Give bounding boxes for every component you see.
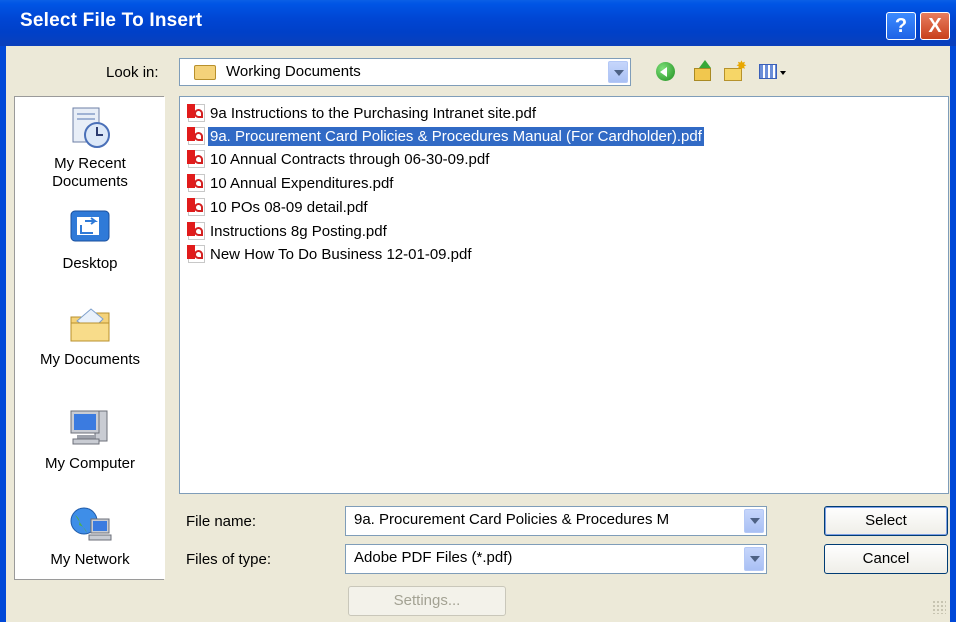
settings-button[interactable]: Settings... bbox=[348, 586, 506, 616]
file-name: 9a. Procurement Card Policies & Procedur… bbox=[207, 125, 705, 147]
window-frame-right bbox=[950, 46, 956, 622]
my-documents-icon bbox=[67, 301, 113, 347]
list-item[interactable]: 10 POs 08-09 detail.pdf bbox=[187, 196, 370, 218]
file-name-input[interactable]: 9a. Procurement Card Policies & Procedur… bbox=[345, 506, 767, 536]
look-in-combo[interactable]: Working Documents bbox=[179, 58, 631, 86]
place-label: My Recent Documents bbox=[52, 155, 128, 190]
list-item[interactable]: 10 Annual Expenditures.pdf bbox=[187, 172, 395, 194]
place-label: My Documents bbox=[39, 351, 141, 368]
pdf-file-icon bbox=[187, 198, 205, 216]
my-network-icon bbox=[67, 501, 113, 547]
file-name: New How To Do Business 12-01-09.pdf bbox=[210, 245, 472, 263]
views-menu-button[interactable] bbox=[757, 60, 787, 84]
look-in-value: Working Documents bbox=[226, 63, 361, 80]
file-name-label: File name: bbox=[186, 513, 257, 530]
file-name: 9a Instructions to the Purchasing Intran… bbox=[210, 104, 537, 122]
new-folder-button[interactable]: ✸ bbox=[722, 60, 747, 84]
views-icon bbox=[759, 64, 777, 79]
close-button[interactable]: X bbox=[920, 12, 950, 40]
place-my-network[interactable]: My Network bbox=[15, 501, 165, 569]
recent-documents-icon bbox=[67, 105, 113, 151]
pdf-file-icon bbox=[187, 127, 205, 145]
resize-grip[interactable] bbox=[932, 600, 946, 614]
my-computer-icon bbox=[67, 405, 113, 451]
list-item[interactable]: New How To Do Business 12-01-09.pdf bbox=[187, 243, 474, 265]
up-folder-icon bbox=[694, 68, 711, 81]
list-item[interactable]: 9a Instructions to the Purchasing Intran… bbox=[187, 102, 538, 124]
file-name-value: 9a. Procurement Card Policies & Procedur… bbox=[354, 511, 670, 528]
file-name: 10 Annual Contracts through 06-30-09.pdf bbox=[210, 150, 490, 168]
place-label: My Computer bbox=[44, 455, 136, 472]
select-button[interactable]: Select bbox=[824, 506, 948, 536]
file-name: 10 Annual Expenditures.pdf bbox=[210, 174, 394, 192]
pdf-file-icon bbox=[187, 150, 205, 168]
file-name: 10 POs 08-09 detail.pdf bbox=[210, 198, 368, 216]
list-item[interactable]: Instructions 8g Posting.pdf bbox=[187, 220, 389, 242]
places-bar: My Recent Documents Desktop My Documents… bbox=[14, 96, 165, 580]
place-label: My Network bbox=[50, 551, 130, 568]
window-frame-left bbox=[0, 46, 6, 622]
pdf-file-icon bbox=[187, 104, 205, 122]
chevron-down-icon[interactable] bbox=[744, 509, 764, 533]
chevron-down-icon[interactable] bbox=[608, 61, 628, 83]
file-type-value: Adobe PDF Files (*.pdf) bbox=[354, 549, 513, 566]
window-title: Select File To Insert bbox=[20, 10, 203, 31]
file-type-select[interactable]: Adobe PDF Files (*.pdf) bbox=[345, 544, 767, 574]
pdf-file-icon bbox=[187, 174, 205, 192]
place-label: Desktop bbox=[62, 255, 118, 272]
place-my-recent-documents[interactable]: My Recent Documents bbox=[15, 105, 165, 191]
desktop-icon bbox=[67, 205, 113, 251]
help-button[interactable]: ? bbox=[886, 12, 916, 40]
chevron-down-icon[interactable] bbox=[744, 547, 764, 571]
place-my-documents[interactable]: My Documents bbox=[15, 301, 165, 369]
back-button[interactable] bbox=[654, 60, 678, 84]
title-bar[interactable]: Select File To Insert ? X bbox=[0, 0, 956, 46]
look-in-label: Look in: bbox=[106, 64, 159, 81]
cancel-button[interactable]: Cancel bbox=[824, 544, 948, 574]
place-desktop[interactable]: Desktop bbox=[15, 205, 165, 273]
pdf-file-icon bbox=[187, 222, 205, 240]
folder-icon bbox=[194, 65, 216, 80]
pdf-file-icon bbox=[187, 245, 205, 263]
file-type-label: Files of type: bbox=[186, 551, 272, 568]
place-my-computer[interactable]: My Computer bbox=[15, 405, 165, 473]
list-item-selected[interactable]: 9a. Procurement Card Policies & Procedur… bbox=[187, 125, 705, 147]
list-item[interactable]: 10 Annual Contracts through 06-30-09.pdf bbox=[187, 148, 491, 170]
up-one-level-button[interactable] bbox=[691, 60, 715, 84]
file-list[interactable]: 9a Instructions to the Purchasing Intran… bbox=[179, 96, 949, 494]
file-name: Instructions 8g Posting.pdf bbox=[210, 222, 387, 240]
